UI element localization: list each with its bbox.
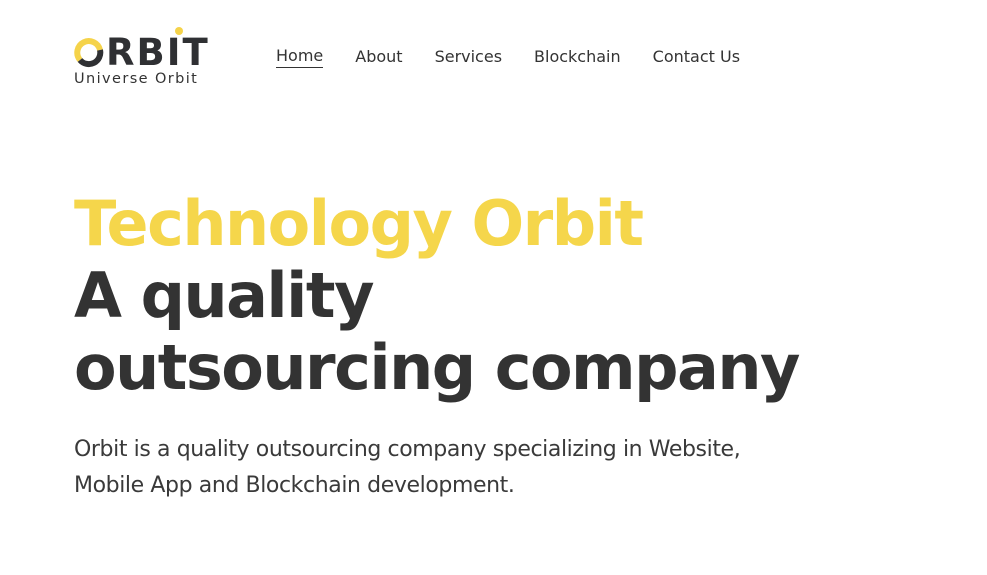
hero-description: Orbit is a quality outsourcing company s… <box>74 437 741 498</box>
nav-contact-us[interactable]: Contact Us <box>653 46 740 68</box>
nav-about[interactable]: About <box>355 46 402 68</box>
logo-tagline: Universe Orbit <box>74 71 199 87</box>
logo-dot <box>175 27 183 35</box>
logo-letters: RBIT <box>106 31 210 74</box>
orbit-ring-icon <box>74 38 104 68</box>
hero-title-line-1: A quality <box>74 259 374 332</box>
hero-accent-title: Technology Orbit <box>74 187 644 260</box>
site-header: RBIT Universe Orbit Home About Services … <box>0 0 987 110</box>
hero-title-line-2: outsourcing company <box>74 331 800 404</box>
logo-link[interactable]: RBIT Universe Orbit <box>74 24 224 90</box>
nav-blockchain[interactable]: Blockchain <box>534 46 621 68</box>
page: RBIT Universe Orbit Home About Services … <box>0 0 987 575</box>
nav-home[interactable]: Home <box>276 46 324 68</box>
nav-services[interactable]: Services <box>435 46 502 68</box>
hero-section: Technology Orbit A quality outsourcing c… <box>74 188 834 404</box>
logo-wordmark: RBIT <box>74 31 210 74</box>
main-nav: Home About Services Blockchain Contact U… <box>276 46 740 68</box>
